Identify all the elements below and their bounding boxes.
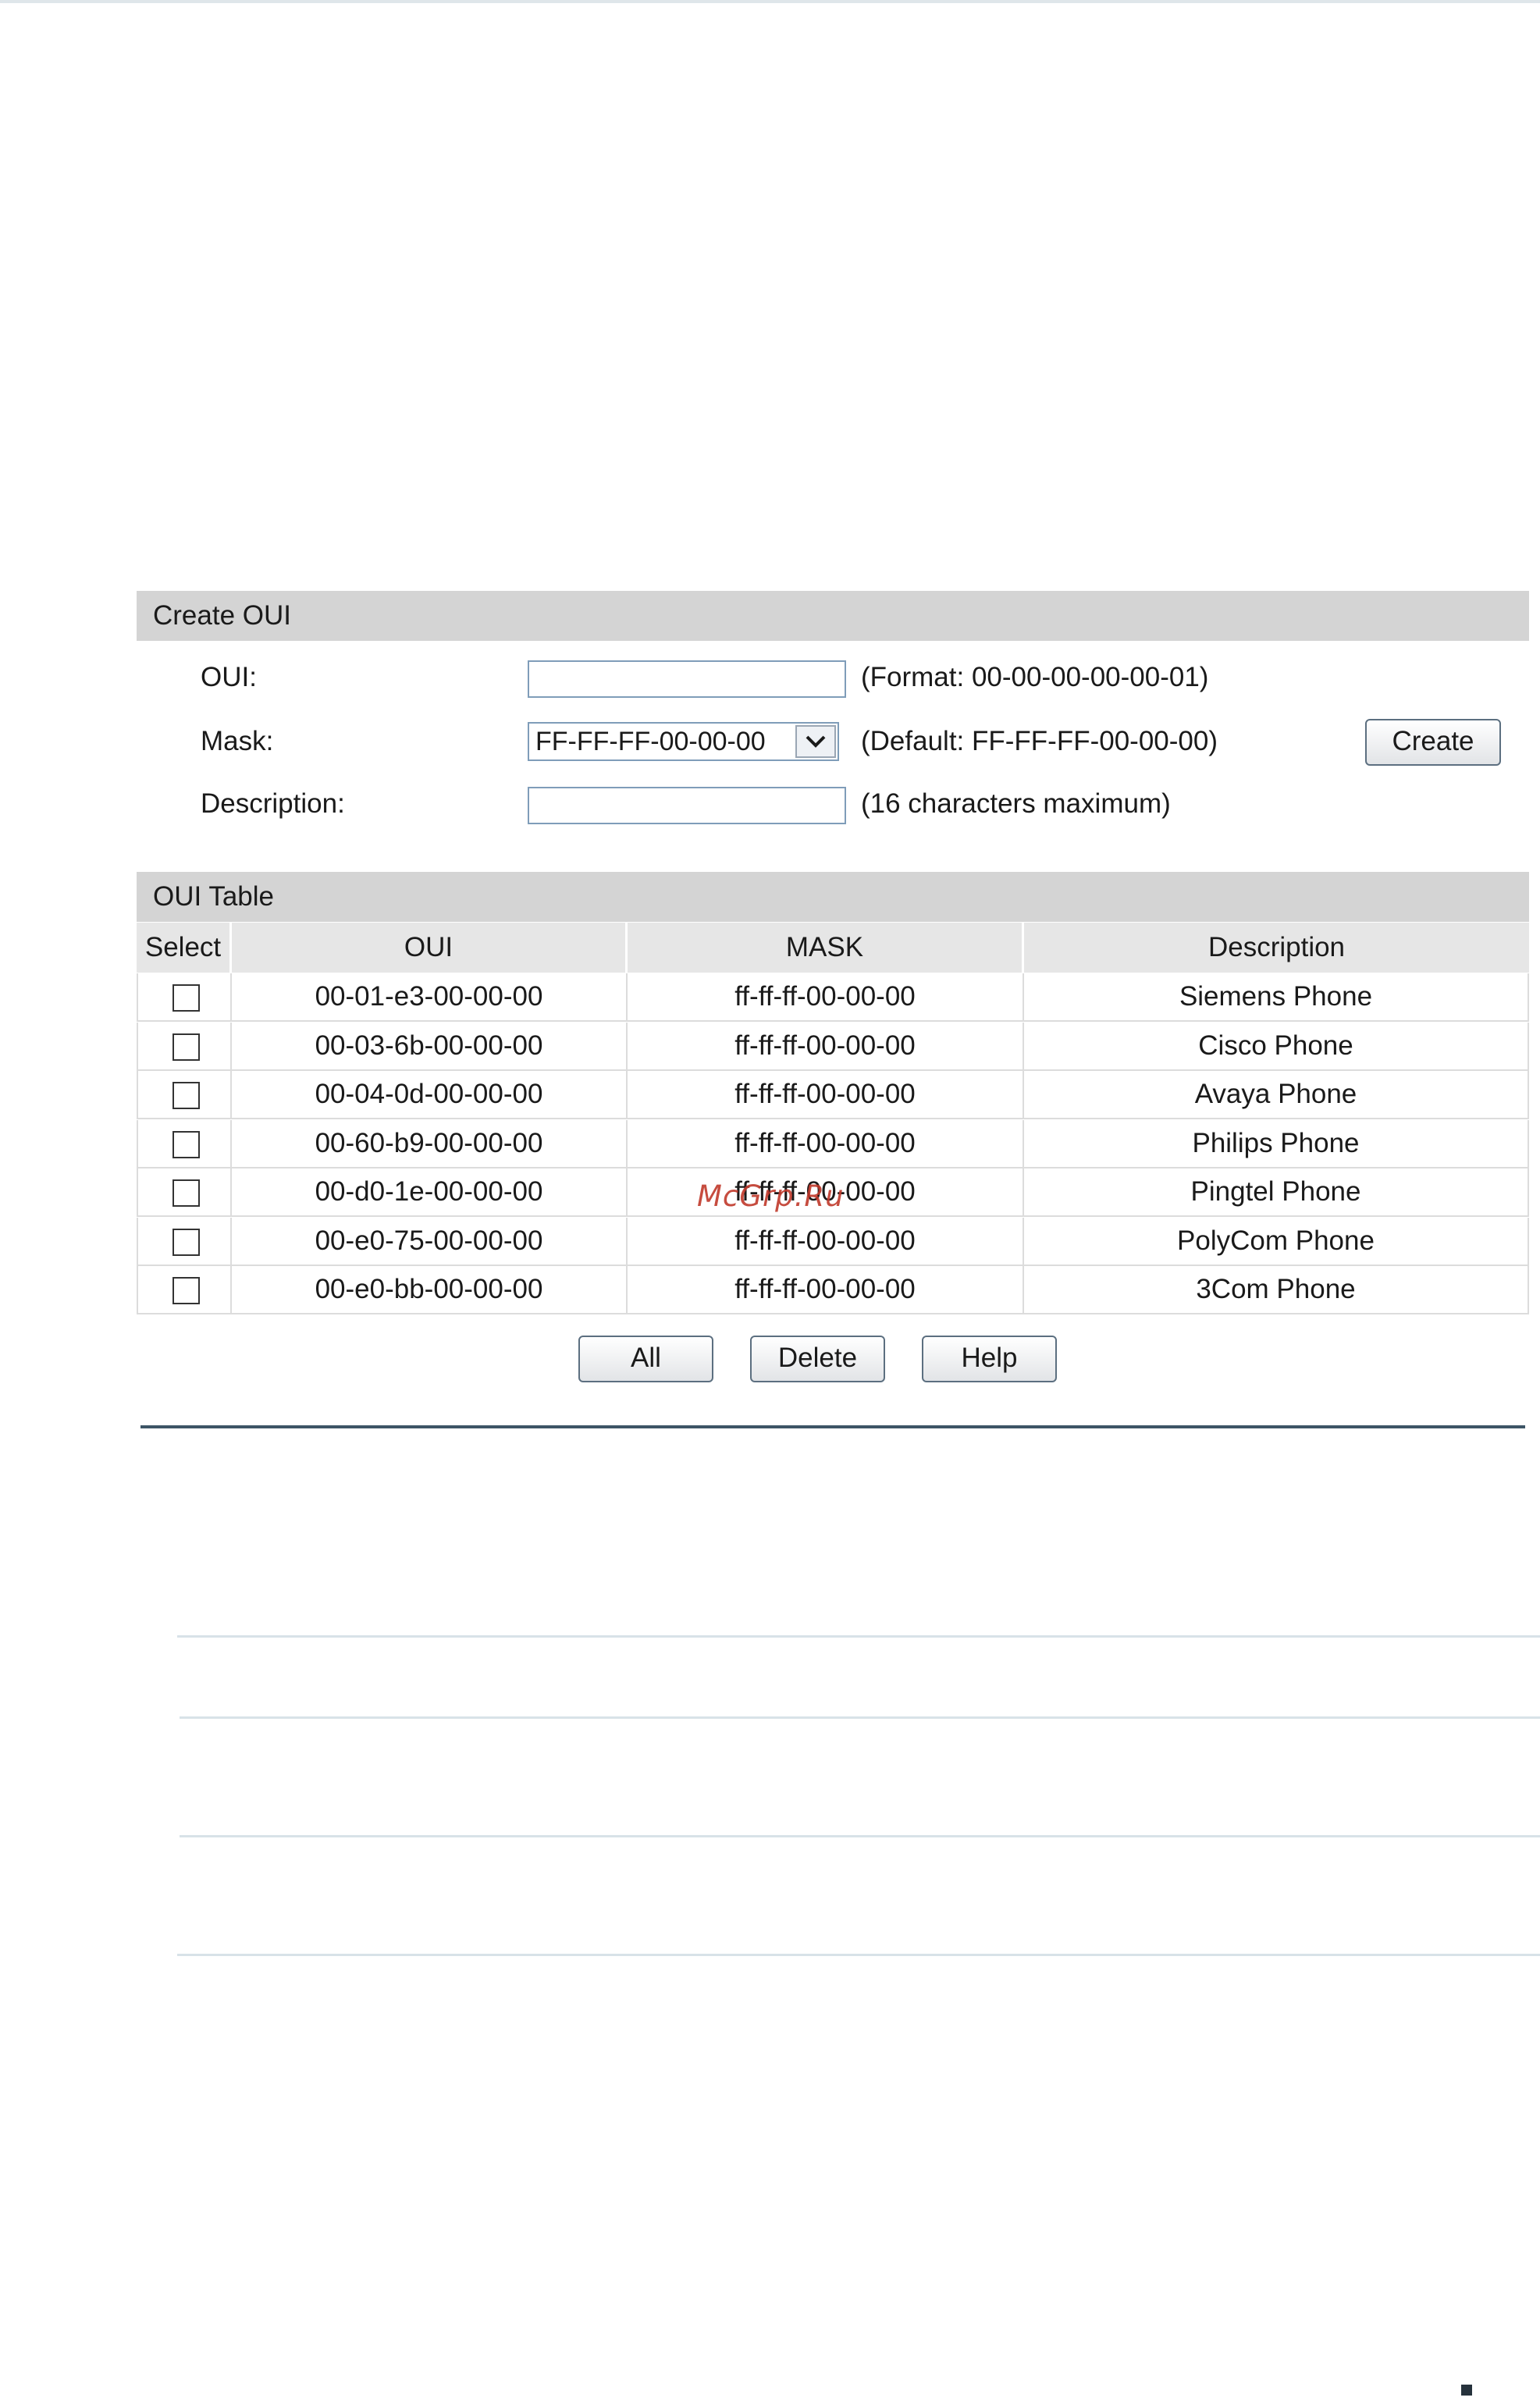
row-select-checkbox[interactable] bbox=[172, 1229, 200, 1256]
oui-cell: 00-04-0d-00-00-00 bbox=[232, 1071, 628, 1118]
page-rule bbox=[180, 1835, 1540, 1837]
select-all-button[interactable]: All bbox=[578, 1336, 713, 1382]
table-row: 00-60-b9-00-00-00 ff-ff-ff-00-00-00 Philip… bbox=[137, 1120, 1529, 1168]
description-cell: Avaya Phone bbox=[1024, 1071, 1529, 1118]
chevron-down-icon[interactable] bbox=[795, 725, 836, 758]
description-input[interactable] bbox=[528, 787, 846, 824]
oui-cell: 00-e0-bb-00-00-00 bbox=[232, 1266, 628, 1313]
table-row: 00-01-e3-00-00-00 ff-ff-ff-00-00-00 Siemen… bbox=[137, 973, 1529, 1022]
mask-cell: ff-ff-ff-00-00-00 bbox=[628, 1266, 1024, 1313]
description-cell: Cisco Phone bbox=[1024, 1023, 1529, 1069]
oui-table-column-headers: Select OUI MASK Description bbox=[137, 923, 1529, 973]
mask-cell: ff-ff-ff-00-00-00 bbox=[628, 1071, 1024, 1118]
column-header-oui: OUI bbox=[232, 923, 628, 973]
table-row: 00-03-6b-00-00-00 ff-ff-ff-00-00-00 Cisco … bbox=[137, 1023, 1529, 1071]
oui-cell: 00-e0-75-00-00-00 bbox=[232, 1218, 628, 1265]
table-row: 00-e0-bb-00-00-00 ff-ff-ff-00-00-00 3Com P… bbox=[137, 1266, 1529, 1314]
select-cell bbox=[137, 1168, 232, 1215]
mask-select-value: FF-FF-FF-00-00-00 bbox=[535, 727, 766, 756]
description-cell: Siemens Phone bbox=[1024, 973, 1529, 1020]
description-cell: PolyCom Phone bbox=[1024, 1218, 1529, 1265]
table-row: 00-04-0d-00-00-00 ff-ff-ff-00-00-00 Avaya … bbox=[137, 1071, 1529, 1119]
watermark: McGrp.Ru bbox=[697, 1179, 845, 1213]
section-divider bbox=[140, 1425, 1525, 1428]
page-rule bbox=[180, 1716, 1540, 1719]
description-label: Description: bbox=[201, 788, 345, 819]
oui-format-hint: (Format: 00-00-00-00-00-01) bbox=[861, 662, 1209, 692]
mask-cell: ff-ff-ff-00-00-00 bbox=[628, 1218, 1024, 1265]
row-select-checkbox[interactable] bbox=[172, 1033, 200, 1061]
page-rule bbox=[177, 1954, 1540, 1956]
select-cell bbox=[137, 1266, 232, 1313]
oui-table-header: OUI Table bbox=[137, 872, 1529, 922]
mask-default-hint: (Default: FF-FF-FF-00-00-00) bbox=[861, 726, 1218, 756]
create-button[interactable]: Create bbox=[1365, 719, 1501, 766]
delete-button[interactable]: Delete bbox=[750, 1336, 885, 1382]
help-button[interactable]: Help bbox=[922, 1336, 1057, 1382]
create-oui-header: Create OUI bbox=[137, 591, 1529, 641]
select-cell bbox=[137, 1120, 232, 1167]
row-select-checkbox[interactable] bbox=[172, 984, 200, 1012]
oui-cell: 00-01-e3-00-00-00 bbox=[232, 973, 628, 1020]
row-select-checkbox[interactable] bbox=[172, 1131, 200, 1158]
row-select-checkbox[interactable] bbox=[172, 1082, 200, 1109]
description-cell: Philips Phone bbox=[1024, 1120, 1529, 1167]
description-cell: 3Com Phone bbox=[1024, 1266, 1529, 1313]
column-header-mask: MASK bbox=[628, 923, 1024, 973]
oui-cell: 00-d0-1e-00-00-00 bbox=[232, 1168, 628, 1215]
mask-select[interactable]: FF-FF-FF-00-00-00 bbox=[528, 722, 839, 761]
mask-cell: ff-ff-ff-00-00-00 bbox=[628, 973, 1024, 1020]
description-cell: Pingtel Phone bbox=[1024, 1168, 1529, 1215]
row-select-checkbox[interactable] bbox=[172, 1277, 200, 1304]
select-cell bbox=[137, 1071, 232, 1118]
column-header-select: Select bbox=[137, 923, 232, 973]
mask-label: Mask: bbox=[201, 726, 274, 756]
description-length-hint: (16 characters maximum) bbox=[861, 788, 1171, 819]
column-header-description: Description bbox=[1024, 923, 1529, 973]
select-cell bbox=[137, 973, 232, 1020]
row-select-checkbox[interactable] bbox=[172, 1179, 200, 1207]
oui-cell: 00-60-b9-00-00-00 bbox=[232, 1120, 628, 1167]
mask-cell: ff-ff-ff-00-00-00 bbox=[628, 1120, 1024, 1167]
top-rule bbox=[0, 0, 1540, 3]
page-corner-mark bbox=[1461, 2385, 1472, 2396]
select-cell bbox=[137, 1023, 232, 1069]
select-cell bbox=[137, 1218, 232, 1265]
oui-label: OUI: bbox=[201, 662, 257, 692]
page-rule bbox=[177, 1635, 1540, 1638]
oui-input[interactable] bbox=[528, 660, 846, 698]
table-row: 00-e0-75-00-00-00 ff-ff-ff-00-00-00 PolyCo… bbox=[137, 1218, 1529, 1266]
mask-cell: ff-ff-ff-00-00-00 bbox=[628, 1023, 1024, 1069]
oui-cell: 00-03-6b-00-00-00 bbox=[232, 1023, 628, 1069]
